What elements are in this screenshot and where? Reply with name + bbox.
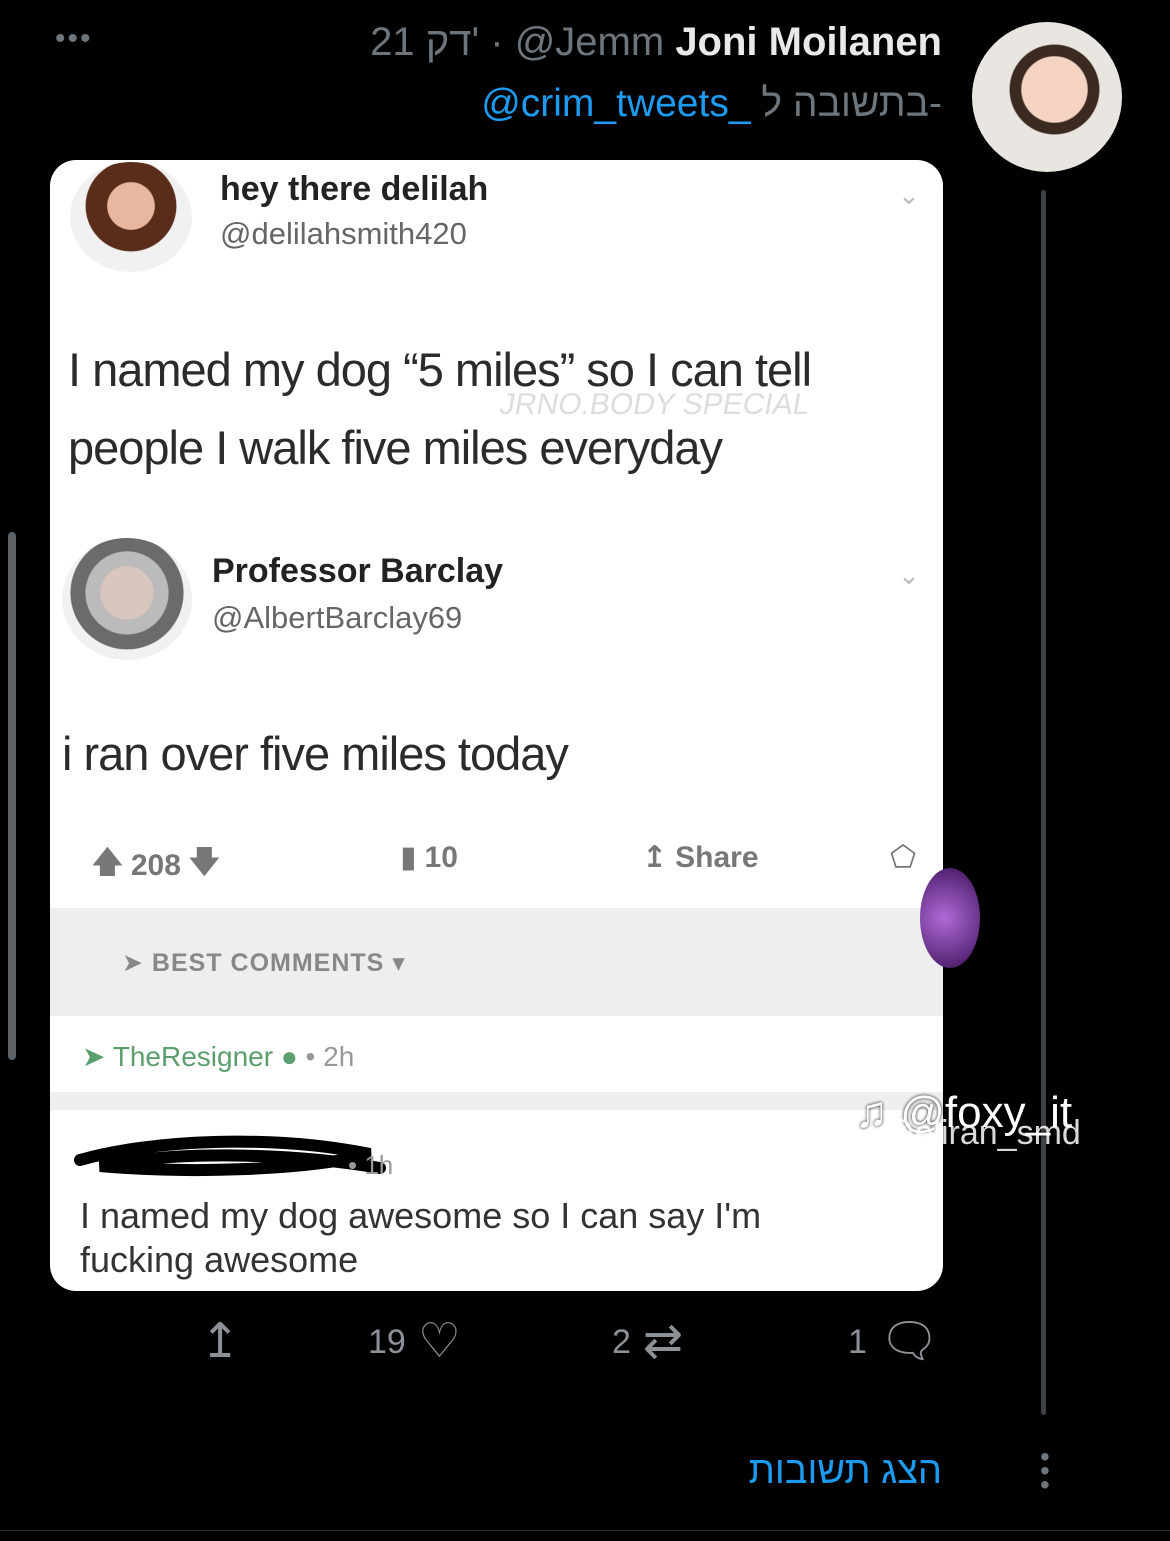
divider [50,1092,943,1110]
header-separator: · [490,20,504,64]
upvote-group: 🡅 208 🡇 [92,840,220,891]
divider [0,1530,1170,1531]
share-icon: ↥ [200,1315,241,1368]
comment-bubble-icon: ▮ [400,841,417,874]
downvote-icon: 🡇 [188,846,220,879]
pin-icon: ➤ [82,1041,106,1072]
vertical-more-icon[interactable]: • • • [1040,1443,1050,1499]
chevron-down-icon: ⌄ [898,560,920,590]
more-options-icon[interactable]: ••• [55,22,93,56]
tweet-media-image[interactable]: hey there delilah @delilahsmith420 ⌄ I n… [50,160,943,1291]
embedded-tweet-text-line2: people I walk five miles everyday [68,421,723,474]
comment-text: I named my dog awesome so I can say I'm … [80,1195,762,1280]
comments-group: ▮ 10 [400,840,458,875]
heart-icon: ♡ [417,1315,461,1368]
reply-to-prefix: בתשובה ל- [761,82,942,125]
award-icon: ⬠ [890,841,917,874]
author-display-name[interactable]: Joni Moilanen [675,20,942,64]
shield-icon: ● [280,1041,298,1072]
retweet-icon: ⇄ [642,1315,684,1368]
rocket-icon: ➤ [122,949,144,977]
share-group: ↥ Share [642,840,759,875]
embedded-handle-barclay: @AlbertBarclay69 [212,600,463,635]
upvote-icon: 🡅 [92,846,123,879]
embedded-handle-delilah: @delilahsmith420 [220,216,467,251]
author-avatar[interactable] [972,22,1122,172]
faint-watermark: JRNO.BODY SPECIAL [497,388,813,421]
best-comments-label: ➤ BEST COMMENTS ▾ [122,948,406,978]
tweet-time[interactable]: 21 דק' [370,20,479,64]
like-button[interactable]: 19 ♡ [368,1318,461,1366]
thread-connector-line [1041,190,1046,1415]
chevron-down-icon: ⌄ [898,180,920,210]
comment-time: • 2h [305,1041,355,1072]
retweet-count: 2 [612,1322,631,1361]
comment-author: TheResigner [112,1041,274,1072]
best-comments-text: BEST COMMENTS ▾ [151,949,406,977]
reply-count: 1 [848,1322,867,1361]
reply-button[interactable]: 1 🗨 [848,1318,940,1366]
tweet-header: 21 דק' · @Jemm Joni Moilanen [370,20,942,65]
comment-count: 10 [424,840,458,874]
embedded-avatar-delilah [70,162,192,272]
scrollbar[interactable] [8,532,16,1060]
retweet-button[interactable]: 2 ⇄ [612,1318,683,1366]
comment-author-row: ➤ TheResigner ● • 2h [82,1040,354,1073]
overlay-blob [920,868,980,968]
replying-to-line: @crim_tweets_ בתשובה ל- [481,82,942,126]
redaction-scribble [74,1135,386,1176]
share-icon: ↥ [642,841,668,874]
embedded-reply-text: i ran over five miles today [62,727,569,780]
upvote-count: 208 [130,848,181,882]
show-replies-link[interactable]: הצג תשובות [749,1450,942,1493]
share-label: Share [675,840,759,874]
author-handle[interactable]: @Jemm [515,20,665,64]
embedded-name-delilah: hey there delilah [220,170,489,208]
tiktok-watermark-secondary: @eliran_smd [880,1114,1081,1152]
share-tweet-button[interactable]: ↥ [200,1318,240,1366]
embedded-avatar-barclay [62,538,192,660]
reply-bubble-icon: 🗨 [878,1315,940,1368]
like-count: 19 [368,1322,406,1361]
reply-to-handle-link[interactable]: @crim_tweets_ [481,82,750,125]
comment-time-2: • 1h [348,1150,394,1180]
embedded-name-barclay: Professor Barclay [212,552,504,590]
